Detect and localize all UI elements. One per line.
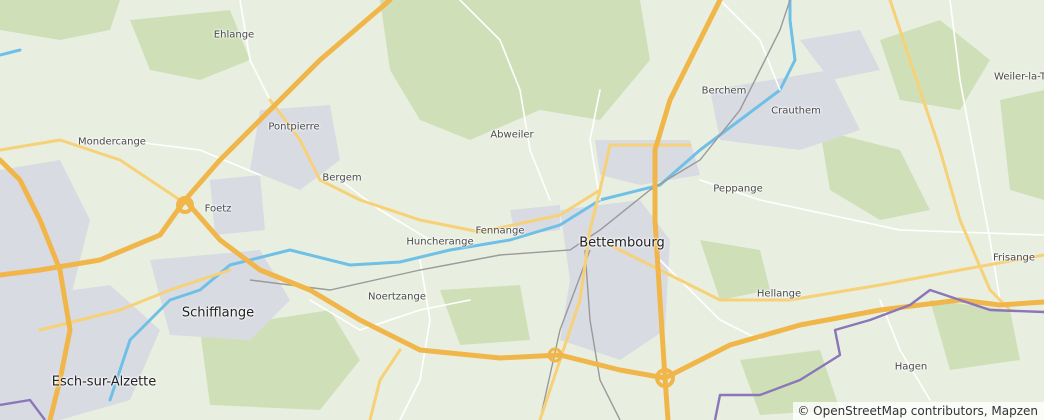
place-label-mondercange[interactable]: Mondercange — [78, 137, 146, 148]
place-label-bettembourg[interactable]: Bettembourg — [579, 236, 665, 251]
place-label-noertzange[interactable]: Noertzange — [368, 292, 426, 303]
map-canvas[interactable]: Ehlange Pontpierre Mondercange Bergem Foetz A… — [0, 0, 1044, 420]
place-label-abweiler[interactable]: Abweiler — [490, 130, 533, 141]
map-attribution[interactable]: © OpenStreetMap contributors, Mapzen — [793, 402, 1044, 420]
place-label-weiler[interactable]: Weiler-la-T — [994, 72, 1044, 83]
place-label-berchem[interactable]: Berchem — [702, 86, 747, 97]
place-label-huncherange[interactable]: Huncherange — [406, 237, 473, 248]
place-label-frisange[interactable]: Frisange — [993, 253, 1035, 264]
place-label-hagen[interactable]: Hagen — [895, 362, 928, 373]
map-base-layer — [0, 0, 1044, 420]
place-label-schifflange[interactable]: Schifflange — [182, 306, 254, 321]
place-label-hellange[interactable]: Hellange — [757, 289, 801, 300]
place-label-fennange[interactable]: Fennange — [476, 226, 525, 237]
place-label-bergem[interactable]: Bergem — [322, 173, 361, 184]
place-label-foetz[interactable]: Foetz — [205, 204, 232, 215]
place-label-ehlange[interactable]: Ehlange — [214, 30, 254, 41]
place-label-esch[interactable]: Esch-sur-Alzette — [52, 375, 157, 390]
place-label-crauthem[interactable]: Crauthem — [771, 106, 821, 117]
place-label-pontpierre[interactable]: Pontpierre — [268, 122, 319, 133]
place-label-peppange[interactable]: Peppange — [713, 184, 763, 195]
